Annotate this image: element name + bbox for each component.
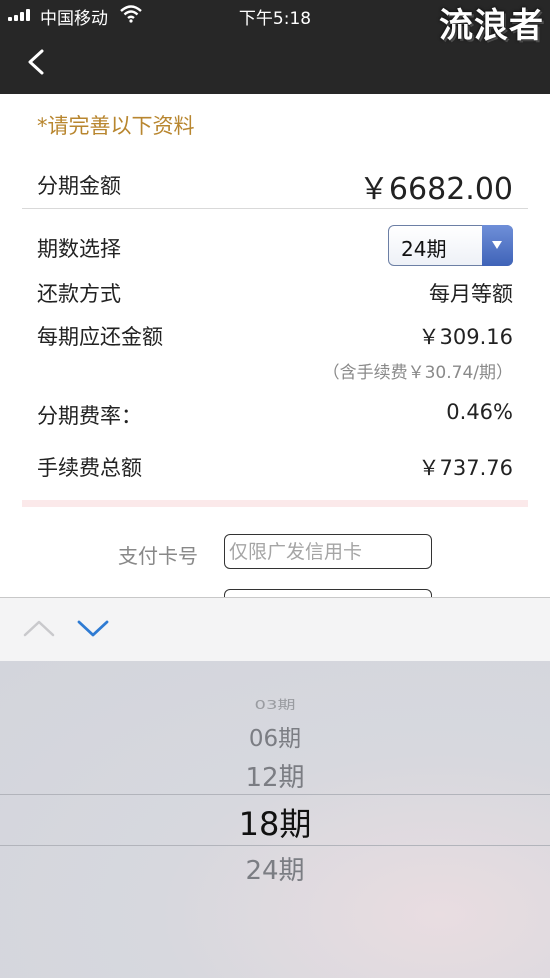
dropdown-arrow-icon — [482, 225, 513, 266]
rate-label: 分期费率： — [37, 404, 142, 428]
watermark-logo: 流浪者 — [439, 6, 544, 46]
picker-option[interactable]: 03期 — [0, 695, 550, 713]
picker-toolbar — [0, 597, 550, 661]
repay-method-value: 每月等额 — [429, 282, 513, 306]
picker-option[interactable]: 06期 — [0, 719, 550, 753]
amount-value: ￥6682.00 — [358, 172, 513, 207]
picker-selection-line — [0, 845, 550, 846]
period-select-value: 24期 — [401, 237, 447, 261]
card-number-input[interactable] — [224, 534, 432, 569]
section-divider — [22, 500, 528, 507]
fee-total-value: ￥737.76 — [418, 456, 513, 480]
fee-total-label: 手续费总额 — [37, 456, 142, 480]
chevron-up-icon[interactable] — [22, 616, 56, 640]
period-picker-wheel[interactable]: 03期 06期 12期 18期 24期 — [0, 661, 550, 978]
fee-note: （含手续费￥30.74/期） — [322, 363, 513, 383]
divider — [22, 208, 528, 209]
card-label: 支付卡号 — [118, 544, 198, 568]
picker-selection-line — [0, 794, 550, 795]
amount-label: 分期金额 — [37, 174, 121, 198]
per-period-value: ￥309.16 — [418, 325, 513, 349]
status-bar: 中国移动 下午5:18 流浪者 — [0, 0, 550, 46]
period-select[interactable]: 24期 — [388, 225, 513, 266]
navigation-bar: 中国移动 下午5:18 流浪者 — [0, 0, 550, 94]
picker-option-selected[interactable]: 18期 — [0, 799, 550, 845]
per-period-label: 每期应还金额 — [37, 325, 163, 349]
back-chevron-icon[interactable] — [22, 46, 50, 78]
repay-method-label: 还款方式 — [37, 282, 121, 306]
notice-text: *请完善以下资料 — [37, 114, 195, 138]
picker-option[interactable]: 12期 — [0, 757, 550, 794]
chevron-down-icon[interactable] — [76, 616, 110, 640]
period-label: 期数选择 — [37, 237, 121, 261]
rate-value: 0.46% — [446, 400, 513, 424]
picker-option[interactable]: 24期 — [0, 850, 550, 887]
